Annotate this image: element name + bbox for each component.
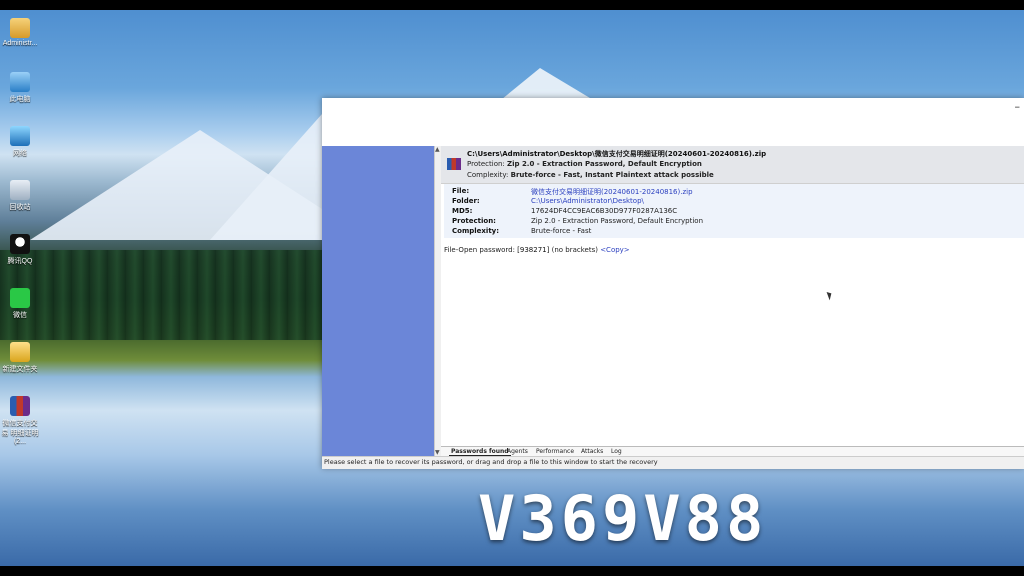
desktop-icon-label: 微信: [13, 312, 27, 319]
vertical-scrollbar[interactable]: ▲ ▼: [434, 146, 441, 456]
file-link[interactable]: 微信支付交易明细证明(20240601-20240816).zip: [531, 187, 693, 197]
folder-link[interactable]: C:\Users\Administrator\Desktop\: [531, 197, 644, 205]
tab-passwords-found[interactable]: Passwords found: [449, 448, 511, 456]
computer-icon: [10, 72, 30, 92]
desktop-icon-this-pc[interactable]: 此电脑: [0, 72, 40, 104]
scroll-down-icon[interactable]: ▼: [435, 449, 440, 456]
detail-key: Complexity:: [452, 227, 500, 235]
desktop-icon-label: 腾讯QQ: [7, 258, 33, 265]
header-complexity: Complexity: Brute-force - Fast, Instant …: [467, 171, 714, 179]
detail-row-protection: Protection: Zip 2.0 - Extraction Passwor…: [452, 217, 1022, 227]
desktop-icon-qq[interactable]: 腾讯QQ: [0, 234, 40, 266]
rar-archive-icon: [447, 158, 461, 170]
desktop-icon-label: 回收站: [9, 204, 31, 211]
detail-value: Zip 2.0 - Extraction Password, Default E…: [531, 217, 704, 225]
desktop-icon-new-folder[interactable]: 新建文件夹: [0, 342, 40, 374]
desktop-icon-administrator[interactable]: Administr...: [0, 18, 40, 47]
forest-shape: [0, 250, 322, 340]
recycle-bin-icon: [10, 180, 30, 200]
detail-key: File:: [452, 187, 470, 195]
detail-value: Brute-force - Fast: [531, 227, 592, 235]
protection-value: Zip 2.0 - Extraction Password, Default E…: [507, 160, 702, 168]
desktop-icon-wechat[interactable]: 微信: [0, 288, 40, 320]
protection-label: Protection:: [467, 160, 505, 168]
minimize-button[interactable]: –: [1015, 100, 1021, 113]
found-password: [938271]: [517, 246, 550, 254]
detail-row-folder: Folder: C:\Users\Administrator\Desktop\: [452, 197, 1022, 207]
mouse-cursor-icon: [826, 290, 834, 301]
status-bar: Please select a file to recover its pass…: [322, 456, 1024, 469]
copy-link[interactable]: <Copy>: [600, 246, 630, 254]
password-result: File-Open password: [938271] (no bracket…: [444, 246, 630, 254]
scroll-up-icon[interactable]: ▲: [435, 146, 440, 153]
tab-log[interactable]: Log: [609, 448, 624, 455]
complexity-label: Complexity:: [467, 171, 509, 179]
qq-icon: [10, 234, 30, 254]
detail-row-complexity: Complexity: Brute-force - Fast: [452, 227, 1022, 237]
user-folder-icon: [10, 18, 30, 38]
desktop-icon-zip-archive[interactable]: 微信支付交易 明细证明(2...: [0, 396, 40, 445]
folder-icon: [10, 342, 30, 362]
tab-agents[interactable]: Agents: [505, 448, 530, 455]
desktop-icon-label: 新建文件夹: [2, 366, 38, 373]
password-suffix: (no brackets): [549, 246, 601, 254]
detail-row-file: File: 微信支付交易明细证明(20240601-20240816).zip: [452, 187, 1022, 197]
complexity-value: Brute-force - Fast, Instant Plaintext at…: [510, 171, 714, 179]
detail-key: Folder:: [452, 197, 480, 205]
status-text: Please select a file to recover its pass…: [324, 458, 658, 466]
desktop-icon-recycle-bin[interactable]: 回收站: [0, 180, 40, 212]
title-bar[interactable]: –: [322, 98, 1024, 124]
results-pane: C:\Users\Administrator\Desktop\微信支付交易明细证…: [441, 146, 1024, 446]
file-details: File: 微信支付交易明细证明(20240601-20240816).zip …: [444, 184, 1024, 238]
tab-attacks[interactable]: Attacks: [579, 448, 605, 455]
desktop-icon-label: Administr...: [2, 40, 38, 47]
desktop-icon-network[interactable]: 网络: [0, 126, 40, 158]
file-path: C:\Users\Administrator\Desktop\微信支付交易明细证…: [467, 150, 767, 158]
rar-archive-icon: [10, 396, 30, 416]
detail-key: Protection:: [452, 217, 496, 225]
header-protection: Protection: Zip 2.0 - Extraction Passwor…: [467, 160, 702, 168]
wechat-icon: [10, 288, 30, 308]
file-header: C:\Users\Administrator\Desktop\微信支付交易明细证…: [441, 146, 1024, 184]
detail-key: MD5:: [452, 207, 473, 215]
toolbar: [322, 124, 1024, 147]
detail-row-md5: MD5: 17624DF4CC9EAC6B30D977F0287A136C: [452, 207, 1022, 217]
detail-value: 17624DF4CC9EAC6B30D977F0287A136C: [531, 207, 678, 215]
password-prefix: File-Open password:: [444, 246, 518, 254]
desktop-icon-label: 此电脑: [9, 96, 31, 103]
desktop-icon-label: 网络: [13, 150, 27, 157]
password-recovery-window: – ▲ ▼ C:\Users\Administrator\Desktop\微信支…: [322, 98, 1024, 469]
network-icon: [10, 126, 30, 146]
tab-performance[interactable]: Performance: [534, 448, 576, 455]
desktop-icon-label: 微信支付交易 明细证明(2...: [1, 420, 39, 445]
video-caption: V369V88: [478, 482, 768, 555]
side-panel: [322, 146, 434, 456]
